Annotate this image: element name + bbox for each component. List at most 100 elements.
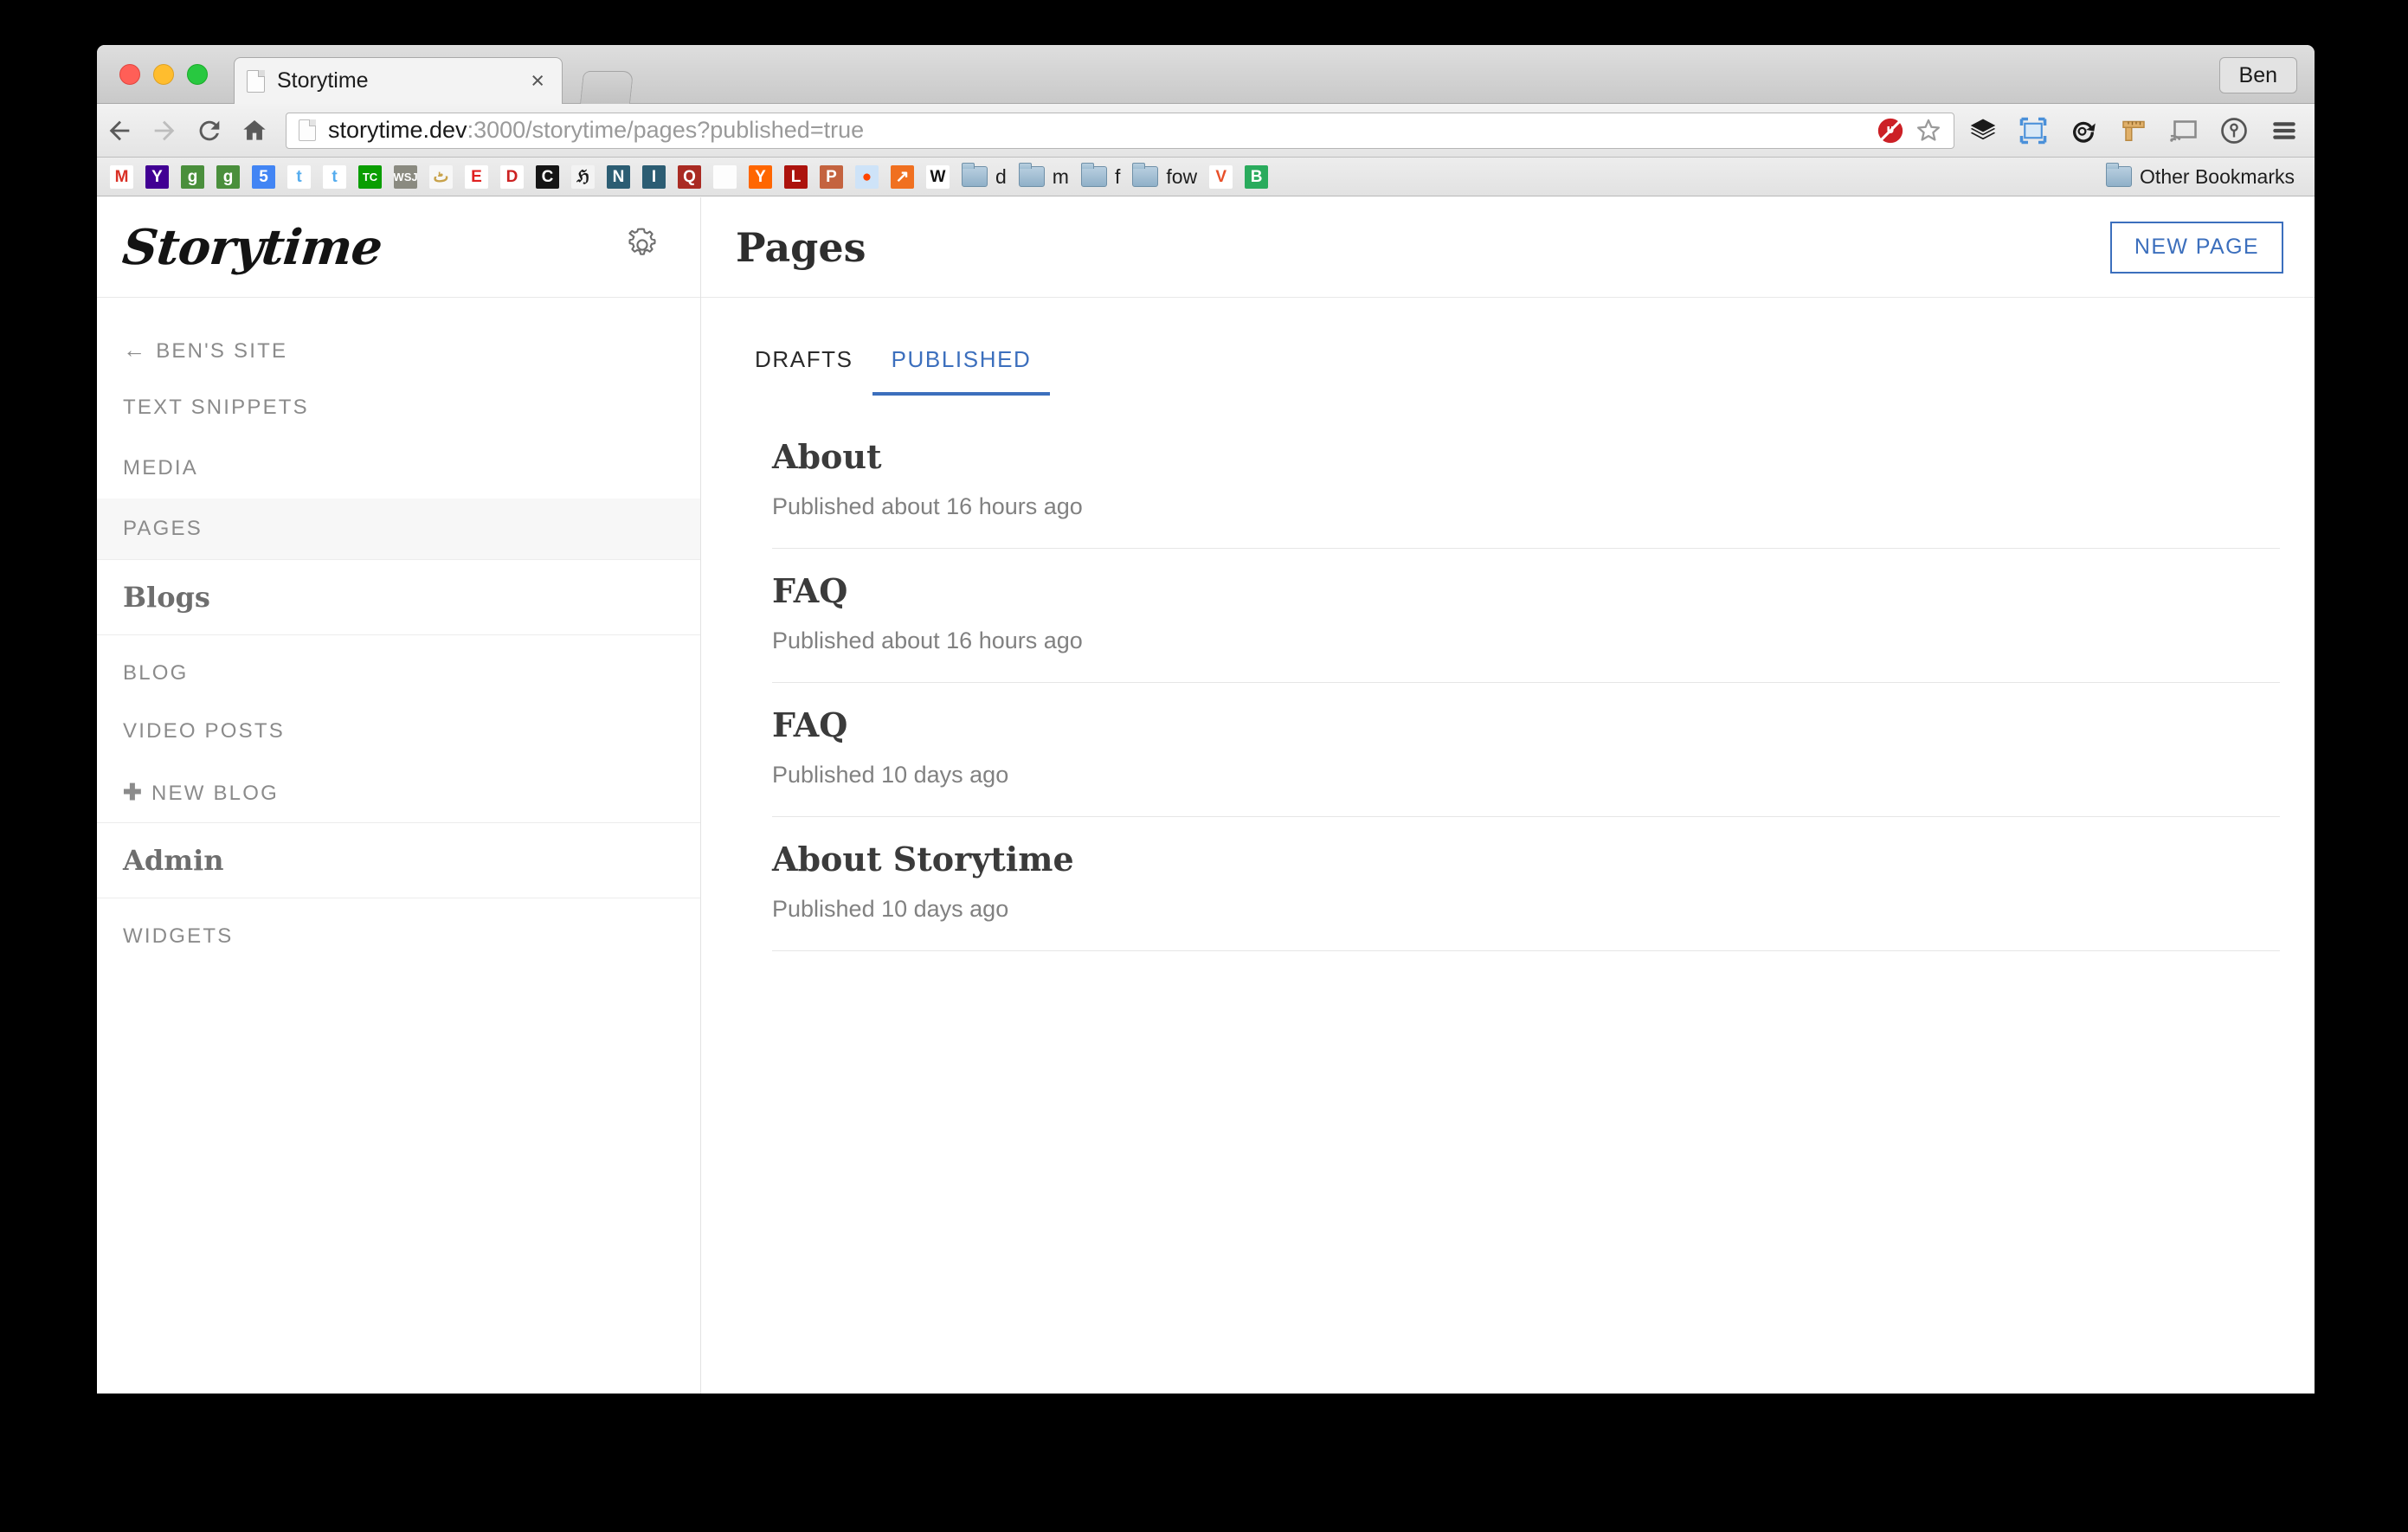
- bookmark-w-logo[interactable]: W: [920, 162, 956, 192]
- bookmark-quora[interactable]: Q: [672, 162, 707, 192]
- ruler-icon: [2122, 120, 2145, 141]
- bookmark-folder-fow[interactable]: fow: [1126, 162, 1203, 192]
- bookmark-chronicle[interactable]: ℌ: [565, 162, 601, 192]
- bookmark-espn[interactable]: E: [459, 162, 494, 192]
- page-item-title[interactable]: About: [772, 437, 2280, 476]
- url-host: storytime.dev: [328, 117, 467, 143]
- app-sidebar: Storytime ← Ben's Site Text Snippets Media P…: [97, 197, 701, 1394]
- bookmark-folder-m[interactable]: m: [1013, 162, 1075, 192]
- bookmark-drudge[interactable]: D: [494, 162, 530, 192]
- bookmark-trailing-items: VB: [1203, 162, 1274, 192]
- browser-window: Storytime × Ben storytime.dev:3000/story…: [97, 45, 2315, 1394]
- settings-button[interactable]: [622, 225, 662, 269]
- page-item-title[interactable]: About Storytime: [772, 840, 2280, 879]
- page-title: Pages: [736, 223, 866, 271]
- page-list-item[interactable]: About Published about 16 hours ago: [772, 415, 2280, 549]
- bookmark-twitter-2[interactable]: t: [317, 162, 352, 192]
- sidebar-item-pages[interactable]: Pages: [97, 499, 700, 559]
- close-window-button[interactable]: [119, 64, 140, 85]
- techcrunch-icon: TC: [358, 164, 382, 189]
- onepassword-button[interactable]: [2211, 107, 2257, 154]
- folder-icon: [962, 163, 988, 187]
- bookmark-blank-page[interactable]: [707, 162, 743, 192]
- sidebar-item-text-snippets[interactable]: Text Snippets: [97, 377, 700, 438]
- home-icon: [243, 119, 266, 140]
- sidebar-item-media[interactable]: Media: [97, 438, 700, 499]
- other-bookmarks-label: Other Bookmarks: [2140, 164, 2295, 188]
- sidebar-blogs-items: Blog Video Posts ✚ New Blog: [97, 635, 700, 822]
- page-list-item[interactable]: FAQ Published about 16 hours ago: [772, 549, 2280, 683]
- cast-button[interactable]: [2160, 107, 2207, 154]
- bookmark-c-dark[interactable]: C: [530, 162, 565, 192]
- bookmark-product-hunt[interactable]: P: [814, 162, 849, 192]
- page-item-title[interactable]: FAQ: [772, 571, 2280, 610]
- bookmark-al-jazeera[interactable]: ٹ: [423, 162, 459, 192]
- sidebar-item-new-blog[interactable]: ✚ New Blog: [97, 762, 700, 822]
- bookmark-hacker-news[interactable]: Y: [743, 162, 778, 192]
- bookmark-yahoo[interactable]: Y: [139, 162, 175, 192]
- star-icon[interactable]: [1914, 116, 1943, 145]
- sidebar-group-admin: Admin: [97, 822, 700, 898]
- sidebar-item-label: Media: [123, 456, 199, 480]
- home-button[interactable]: [232, 108, 277, 153]
- bookmark-google-maps-1[interactable]: g: [175, 162, 210, 192]
- bookmark-vimeo-v[interactable]: V: [1203, 162, 1239, 192]
- bookmark-instapaper[interactable]: I: [636, 162, 672, 192]
- new-page-button[interactable]: NEW PAGE: [2109, 221, 2283, 274]
- bookmark-twitter-1[interactable]: t: [281, 162, 317, 192]
- sidebar-item-widgets[interactable]: Widgets: [97, 898, 700, 964]
- sidebar-item-ben-s-site[interactable]: ← Ben's Site: [97, 312, 700, 377]
- bookmark-reddit[interactable]: ●: [849, 162, 885, 192]
- bookmark-google-maps-2[interactable]: g: [210, 162, 246, 192]
- bookmark-wall-street-journal[interactable]: WSJ: [388, 162, 423, 192]
- browser-tab-title: Storytime: [277, 68, 369, 93]
- bookmark-gmail[interactable]: M: [104, 162, 139, 192]
- page-viewport: Storytime ← Ben's Site Text Snippets Media P…: [97, 197, 2315, 1394]
- app-logo[interactable]: Storytime: [120, 219, 385, 276]
- ruler-extension-button[interactable]: [2110, 107, 2157, 154]
- page-list-item[interactable]: About Storytime Published 10 days ago: [772, 817, 2280, 951]
- forward-button[interactable]: [142, 108, 187, 153]
- maximize-window-button[interactable]: [187, 64, 208, 85]
- page-item-title[interactable]: FAQ: [772, 705, 2280, 744]
- tab-drafts[interactable]: DRAFTS: [736, 346, 872, 396]
- bookmark-lobsters[interactable]: L: [778, 162, 814, 192]
- bookmark-folder-d[interactable]: d: [956, 162, 1013, 192]
- bookmark-google-calendar[interactable]: 5: [246, 162, 281, 192]
- other-bookmarks-item[interactable]: Other Bookmarks: [2100, 162, 2301, 192]
- cast-icon: [2170, 119, 2197, 142]
- sidebar-item-label: Widgets: [123, 924, 234, 948]
- other-bookmarks-button[interactable]: Other Bookmarks: [2100, 158, 2301, 196]
- wall-street-journal-icon: WSJ: [394, 164, 417, 189]
- reload-button[interactable]: [187, 108, 232, 153]
- sidebar-item-label: New Blog: [151, 782, 279, 805]
- chrome-menu-button[interactable]: [2261, 107, 2308, 154]
- sidebar-item-label: Pages: [123, 517, 203, 540]
- sidebar-item-video-posts[interactable]: Video Posts: [97, 701, 700, 762]
- bookmark-stocks[interactable]: ↗: [885, 162, 920, 192]
- left-arrow-icon: ←: [123, 337, 148, 363]
- screenshot-extension-button[interactable]: [2010, 107, 2057, 154]
- sidebar-item-blog[interactable]: Blog: [97, 635, 700, 701]
- refresh-extension-button[interactable]: [2060, 107, 2107, 154]
- minimize-window-button[interactable]: [153, 64, 174, 85]
- chrome-menu-icon: [2273, 121, 2295, 139]
- tab-published[interactable]: PUBLISHED: [872, 346, 1051, 396]
- profile-button[interactable]: Ben: [2218, 57, 2297, 93]
- back-button[interactable]: [97, 108, 142, 153]
- bookmark-b-green[interactable]: B: [1239, 162, 1274, 192]
- page-list-item[interactable]: FAQ Published 10 days ago: [772, 683, 2280, 817]
- blocked-plugin-icon[interactable]: [1876, 116, 1905, 145]
- close-tab-icon[interactable]: ×: [525, 69, 550, 93]
- address-bar[interactable]: storytime.dev:3000/storytime/pages?publi…: [286, 112, 1954, 149]
- bookmark-folder-f[interactable]: f: [1075, 162, 1126, 192]
- main-header: Pages NEW PAGE: [701, 197, 2315, 298]
- layers-extension-button[interactable]: [1960, 107, 2006, 154]
- bookmark-techcrunch[interactable]: TC: [352, 162, 388, 192]
- yahoo-icon: Y: [145, 164, 169, 189]
- product-hunt-icon: P: [820, 164, 843, 189]
- new-tab-button[interactable]: [580, 71, 634, 104]
- sidebar-group-blogs: Blogs: [97, 559, 700, 635]
- bookmark-nv-blue[interactable]: N: [601, 162, 636, 192]
- browser-tab[interactable]: Storytime ×: [234, 57, 563, 104]
